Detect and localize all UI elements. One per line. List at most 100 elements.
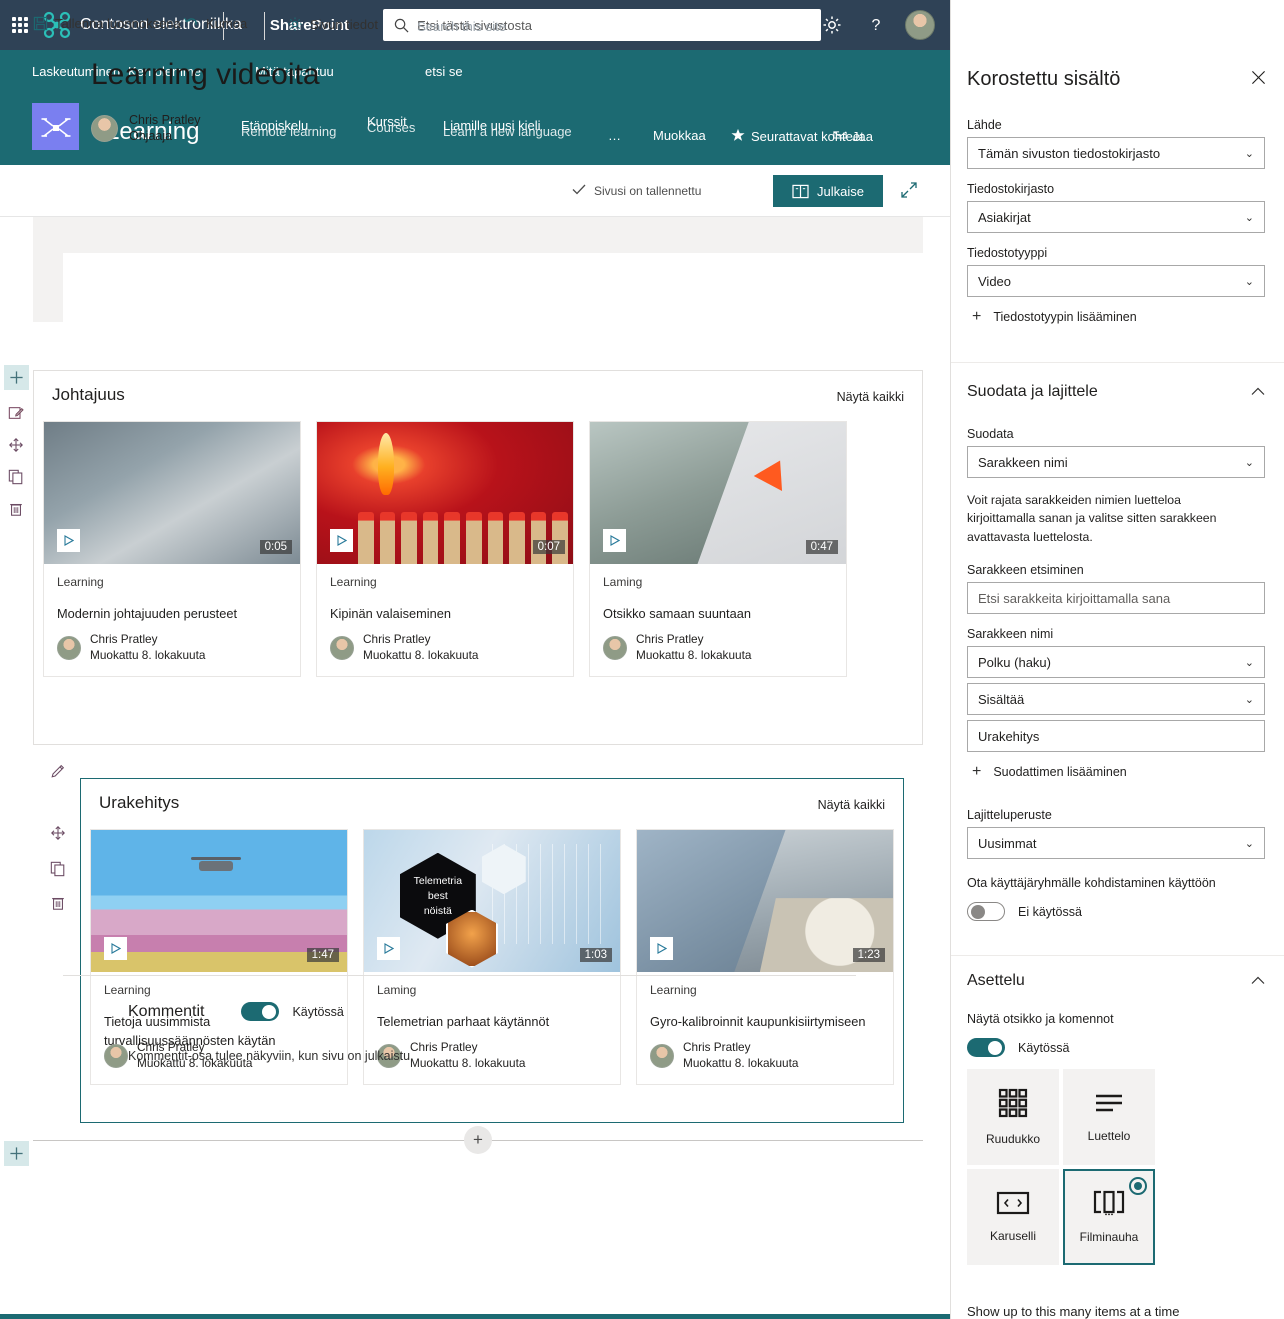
video-modified: Muokattu 8. lokakuuta [636,648,752,663]
layout-option-filmstrip[interactable]: Filminauha [1063,1169,1155,1265]
video-thumbnail[interactable]: Telemetria best nöistä 1:03 [364,830,620,972]
layout-option-carousel[interactable]: Karuselli [967,1169,1059,1265]
play-icon[interactable] [650,937,673,960]
add-section-button-bottom[interactable] [4,1141,29,1166]
play-icon[interactable] [104,937,127,960]
pane-divider-2 [951,955,1284,956]
video-duration: 0:07 [532,540,565,554]
show-all-link[interactable]: Näytä kaikki [837,390,904,404]
add-filetype-label: Tiedostotyypin lisääminen [993,310,1137,324]
video-title[interactable]: Otsikko samaan suuntaan [603,605,833,624]
command-separator-2 [264,12,265,40]
share-button[interactable]: Jaa [833,128,873,144]
search-input[interactable]: Search this site Etsi tästä sivustosta [383,9,822,41]
site-nav-item-1[interactable]: Kurssit Courses [367,114,415,135]
sort-dropdown[interactable]: Uusimmat ⌄ [967,827,1265,859]
comments-toggle[interactable] [241,1002,280,1021]
undo-button[interactable]: Kumoa [183,16,247,31]
video-title[interactable]: Kipinän valaiseminen [330,605,560,624]
site-nav-overflow-icon[interactable]: … [608,128,621,143]
fullscreen-icon[interactable] [900,181,918,204]
thumb-text-0: Telemetria [413,874,463,887]
edit-nav-button[interactable]: Muokkaa [653,128,706,143]
video-title[interactable]: Modernin johtajuuden perusteet [57,605,287,624]
audience-toggle-state: Ei käytössä [1018,904,1082,919]
hubnav-item-3[interactable]: etsi se [425,64,463,79]
library-dropdown[interactable]: Asiakirjat ⌄ [967,201,1265,233]
comments-section: Kommentit Käytössä Kommentit-osa tulee n… [63,975,923,1063]
add-section-button[interactable] [4,365,29,390]
video-thumbnail[interactable]: 0:47 [590,422,846,564]
move-section-icon[interactable] [5,434,27,456]
column-search-input[interactable]: Etsi sarakkeita kirjoittamalla sana [967,582,1265,614]
gear-icon[interactable] [810,0,854,50]
close-icon[interactable] [1251,70,1266,88]
video-thumbnail[interactable]: 1:47 [91,830,347,972]
webpart-johtajuus[interactable]: Johtajuus Näytä kaikki 0:05 Learning Mod… [33,370,923,745]
grid-icon [998,1088,1028,1123]
video-card[interactable]: 0:07 Learning Kipinän valaiseminen Chris… [316,421,574,677]
column-name-dropdown[interactable]: Polku (haku) ⌄ [967,646,1265,678]
video-thumbnail[interactable]: 0:05 [44,422,300,564]
filter-dropdown[interactable]: Sarakkeen nimi ⌄ [967,446,1265,478]
publish-button[interactable]: Julkaise [773,175,883,207]
avatar[interactable] [898,0,942,50]
play-icon[interactable] [57,529,80,552]
site-logo-icon[interactable] [32,103,79,150]
filetype-dropdown[interactable]: Video ⌄ [967,265,1265,297]
page-details-button[interactable]: Sivun tiedot [287,16,378,32]
filetype-value: Video [978,273,1012,289]
author-name: Chris Pratley [129,113,201,127]
layout-option-list[interactable]: Luettelo [1063,1069,1155,1165]
add-section-plus-icon[interactable]: + [464,1126,492,1154]
video-modified: Muokattu 8. lokakuuta [363,648,479,663]
audience-toggle[interactable] [967,902,1005,921]
add-filter-button[interactable]: + Suodattimen lisääminen [967,764,1265,780]
webpart-heading: Urakehitys [99,793,180,812]
layout-section-header[interactable]: Asettelu [967,972,1265,990]
show-title-label: Näytä otsikko ja komennot [967,1012,1114,1026]
play-icon[interactable] [377,937,400,960]
help-icon[interactable]: ? [854,0,898,50]
add-filetype-button[interactable]: + Tiedostotyypin lisääminen [967,309,1265,325]
megaphone-icon[interactable] [766,0,810,50]
save-draft-button[interactable]: Tallenna luonnoksena [33,16,181,31]
show-all-link[interactable]: Näytä kaikki [818,798,885,812]
page-title[interactable]: Learning videoita [91,58,320,92]
chevron-down-icon: ⌄ [1244,211,1254,224]
webpart-urakehitys[interactable]: Urakehitys Näytä kaikki 1:47 Learning Ti… [80,778,904,1123]
video-card[interactable]: 0:47 Laming Otsikko samaan suuntaan Chri… [589,421,847,677]
chevron-up-icon[interactable] [1251,385,1265,399]
chevron-up-icon[interactable] [1251,974,1265,988]
filter-text-input[interactable]: Urakehitys [967,720,1265,752]
thumb-text-1: best [427,889,448,902]
duplicate-section-icon[interactable] [5,466,27,488]
gear-icon [287,16,303,32]
delete-webpart-icon[interactable] [47,892,69,914]
site-nav-item-0[interactable]: Etäopiskelu Remote learning [241,118,336,139]
video-card-list: 0:05 Learning Modernin johtajuuden perus… [43,421,847,677]
site-nav-item-2[interactable]: Liamille uusi kieli Learn a new language [443,118,572,139]
site-nav-item-2-fi: Liamille uusi kieli [443,118,541,133]
add-section-divider[interactable]: + [33,1126,923,1154]
duplicate-webpart-icon[interactable] [47,858,69,880]
move-webpart-icon[interactable] [47,822,69,844]
edit-section-icon[interactable] [5,402,27,424]
add-filter-label: Suodattimen lisääminen [993,765,1127,779]
filter-sort-section-header[interactable]: Suodata ja lajittele [967,383,1265,401]
play-icon[interactable] [330,529,353,552]
layout-option-grid[interactable]: Ruudukko [967,1069,1059,1165]
show-title-toggle[interactable] [967,1038,1005,1057]
play-icon[interactable] [603,529,626,552]
edit-webpart-icon[interactable] [47,760,69,782]
layout-section-title: Asettelu [967,972,1025,989]
filter-operator-dropdown[interactable]: Sisältää ⌄ [967,683,1265,715]
source-dropdown[interactable]: Tämän sivuston tiedostokirjasto ⌄ [967,137,1265,169]
property-pane: Korostettu sisältö Lähde Tämän sivuston … [950,0,1284,1319]
chevron-down-icon: ⌄ [1244,656,1254,669]
video-thumbnail[interactable]: 0:07 [317,422,573,564]
video-thumbnail[interactable]: 1:23 [637,830,893,972]
column-search-label: Sarakkeen etsiminen [967,563,1084,577]
video-card[interactable]: 0:05 Learning Modernin johtajuuden perus… [43,421,301,677]
delete-section-icon[interactable] [5,498,27,520]
